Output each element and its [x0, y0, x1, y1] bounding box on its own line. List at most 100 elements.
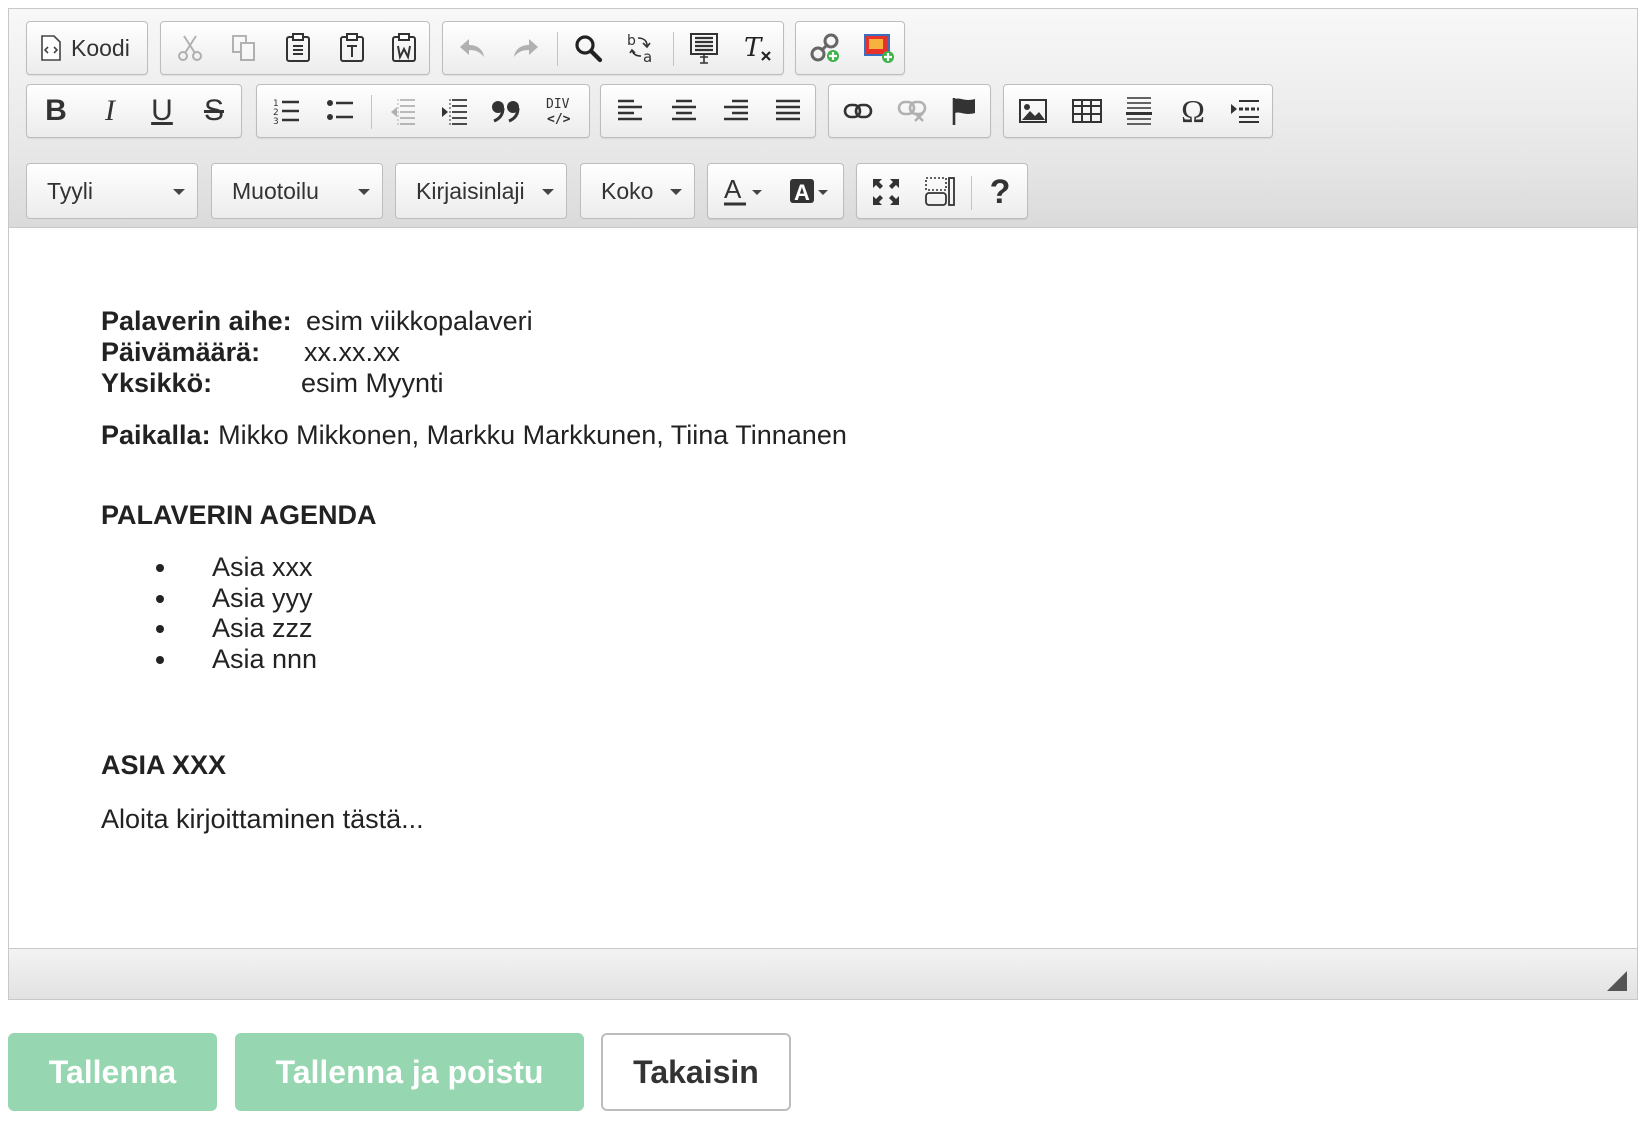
italic-button[interactable]: I	[83, 85, 137, 137]
resize-handle-icon[interactable]	[1607, 971, 1627, 991]
format-dropdown[interactable]: Muotoilu	[211, 163, 383, 219]
background-color-button[interactable]: A	[778, 166, 842, 218]
toolbar-group-document: Koodi	[26, 21, 148, 75]
underline-button[interactable]: U	[135, 85, 189, 137]
bullet-icon	[156, 656, 164, 664]
undo-icon	[457, 37, 487, 59]
clipboard-word-icon	[391, 33, 417, 63]
align-left-button[interactable]	[603, 85, 657, 137]
help-button[interactable]: ?	[973, 166, 1027, 218]
show-blocks-button[interactable]	[913, 166, 967, 218]
replace-button[interactable]: ba	[615, 22, 669, 74]
paste-plain-text-button[interactable]	[325, 22, 379, 74]
toolbar-group-tools: ?	[856, 163, 1028, 219]
toolbar-group-colors: A A	[707, 163, 844, 219]
paste-button[interactable]	[271, 22, 325, 74]
source-code-icon	[41, 35, 61, 61]
agenda-heading: PALAVERIN AGENDA	[101, 500, 377, 530]
paste-from-word-button[interactable]	[377, 22, 431, 74]
special-character-button[interactable]: Ω	[1166, 85, 1220, 137]
omega-icon: Ω	[1181, 92, 1205, 129]
anchor-button[interactable]	[937, 85, 991, 137]
align-center-button[interactable]	[657, 85, 711, 137]
image-add-icon	[863, 32, 895, 64]
attendees-line: Paikalla: Mikko Mikkonen, Markku Markkun…	[101, 419, 847, 451]
editor-status-bar	[9, 948, 1637, 999]
remove-format-button[interactable]: T	[731, 22, 785, 74]
undo-button[interactable]	[445, 22, 499, 74]
text-color-button[interactable]: A	[712, 166, 776, 218]
svg-text:DIV: DIV	[546, 97, 570, 112]
blockquote-button[interactable]	[479, 85, 533, 137]
bulleted-list-button[interactable]	[313, 85, 367, 137]
source-code-label: Koodi	[71, 34, 130, 61]
save-button[interactable]: Tallenna	[8, 1033, 217, 1111]
back-button[interactable]: Takaisin	[601, 1033, 791, 1111]
maximize-button[interactable]	[859, 166, 913, 218]
align-right-button[interactable]	[709, 85, 763, 137]
unlink-icon	[897, 99, 927, 123]
link-button[interactable]	[831, 85, 885, 137]
show-blocks-icon	[924, 176, 956, 208]
size-dropdown-label: Koko	[601, 177, 654, 204]
cut-button[interactable]	[163, 22, 217, 74]
format-dropdown-label: Muotoilu	[232, 177, 319, 204]
indent-button[interactable]	[427, 85, 481, 137]
add-image-plugin-button[interactable]	[852, 22, 906, 74]
redo-button[interactable]	[499, 22, 553, 74]
bold-button[interactable]: B	[29, 85, 83, 137]
search-icon	[573, 33, 603, 63]
meta-label: Palaverin aihe:	[101, 306, 292, 336]
meta-row-unit: Yksikkö: esim Myynti	[101, 367, 444, 399]
meta-value: esim Myynti	[301, 368, 444, 398]
copy-icon	[231, 34, 257, 62]
meta-value: xx.xx.xx	[304, 337, 401, 367]
background-color-icon: A	[788, 176, 832, 208]
horizontal-rule-button[interactable]	[1112, 85, 1166, 137]
font-dropdown[interactable]: Kirjaisinlaji	[395, 163, 567, 219]
italic-icon: I	[105, 94, 115, 127]
list-item-text: Asia zzz	[212, 613, 313, 643]
redo-icon	[511, 37, 541, 59]
image-button[interactable]	[1006, 85, 1060, 137]
source-code-button[interactable]: Koodi	[27, 22, 149, 74]
table-button[interactable]	[1060, 85, 1114, 137]
svg-text:T: T	[744, 33, 763, 63]
numbered-list-button[interactable]: 123	[259, 85, 313, 137]
style-dropdown-label: Tyyli	[47, 177, 93, 204]
add-link-plugin-button[interactable]	[798, 22, 852, 74]
bullet-icon	[156, 564, 164, 572]
editor-content-area[interactable]: Palaverin aihe: esim viikkopalaveri Päiv…	[9, 228, 1637, 950]
strikethrough-icon: S	[203, 94, 224, 127]
page-break-button[interactable]	[1218, 85, 1272, 137]
align-center-icon	[670, 98, 698, 124]
find-button[interactable]	[561, 22, 615, 74]
outdent-button[interactable]	[375, 85, 429, 137]
size-dropdown[interactable]: Koko	[580, 163, 695, 219]
create-div-button[interactable]: DIV </>	[533, 85, 587, 137]
justify-button[interactable]	[761, 85, 815, 137]
toolbar-group-clipboard	[160, 21, 430, 75]
toolbar-separator	[673, 32, 674, 66]
quote-icon	[491, 99, 521, 123]
save-and-exit-button[interactable]: Tallenna ja poistu	[235, 1033, 584, 1111]
maximize-icon	[871, 177, 901, 207]
underline-icon: U	[151, 94, 173, 127]
select-all-button[interactable]	[677, 22, 731, 74]
clipboard-icon	[285, 33, 311, 63]
chevron-down-icon	[542, 189, 554, 195]
style-dropdown[interactable]: Tyyli	[26, 163, 198, 219]
toolbar-group-align	[600, 84, 816, 138]
toolbar-group-insert: Ω	[1003, 84, 1273, 138]
strikethrough-button[interactable]: S	[187, 85, 241, 137]
remove-format-icon: T	[742, 32, 774, 64]
svg-text:b: b	[627, 33, 636, 49]
clipboard-text-icon	[339, 33, 365, 63]
justify-icon	[774, 98, 802, 124]
copy-button[interactable]	[217, 22, 271, 74]
replace-icon: ba	[626, 32, 658, 64]
horizontal-rule-icon	[1125, 95, 1153, 127]
unlink-button[interactable]	[885, 85, 939, 137]
bulleted-list-icon	[326, 97, 354, 125]
text-color-icon: A	[722, 176, 766, 208]
